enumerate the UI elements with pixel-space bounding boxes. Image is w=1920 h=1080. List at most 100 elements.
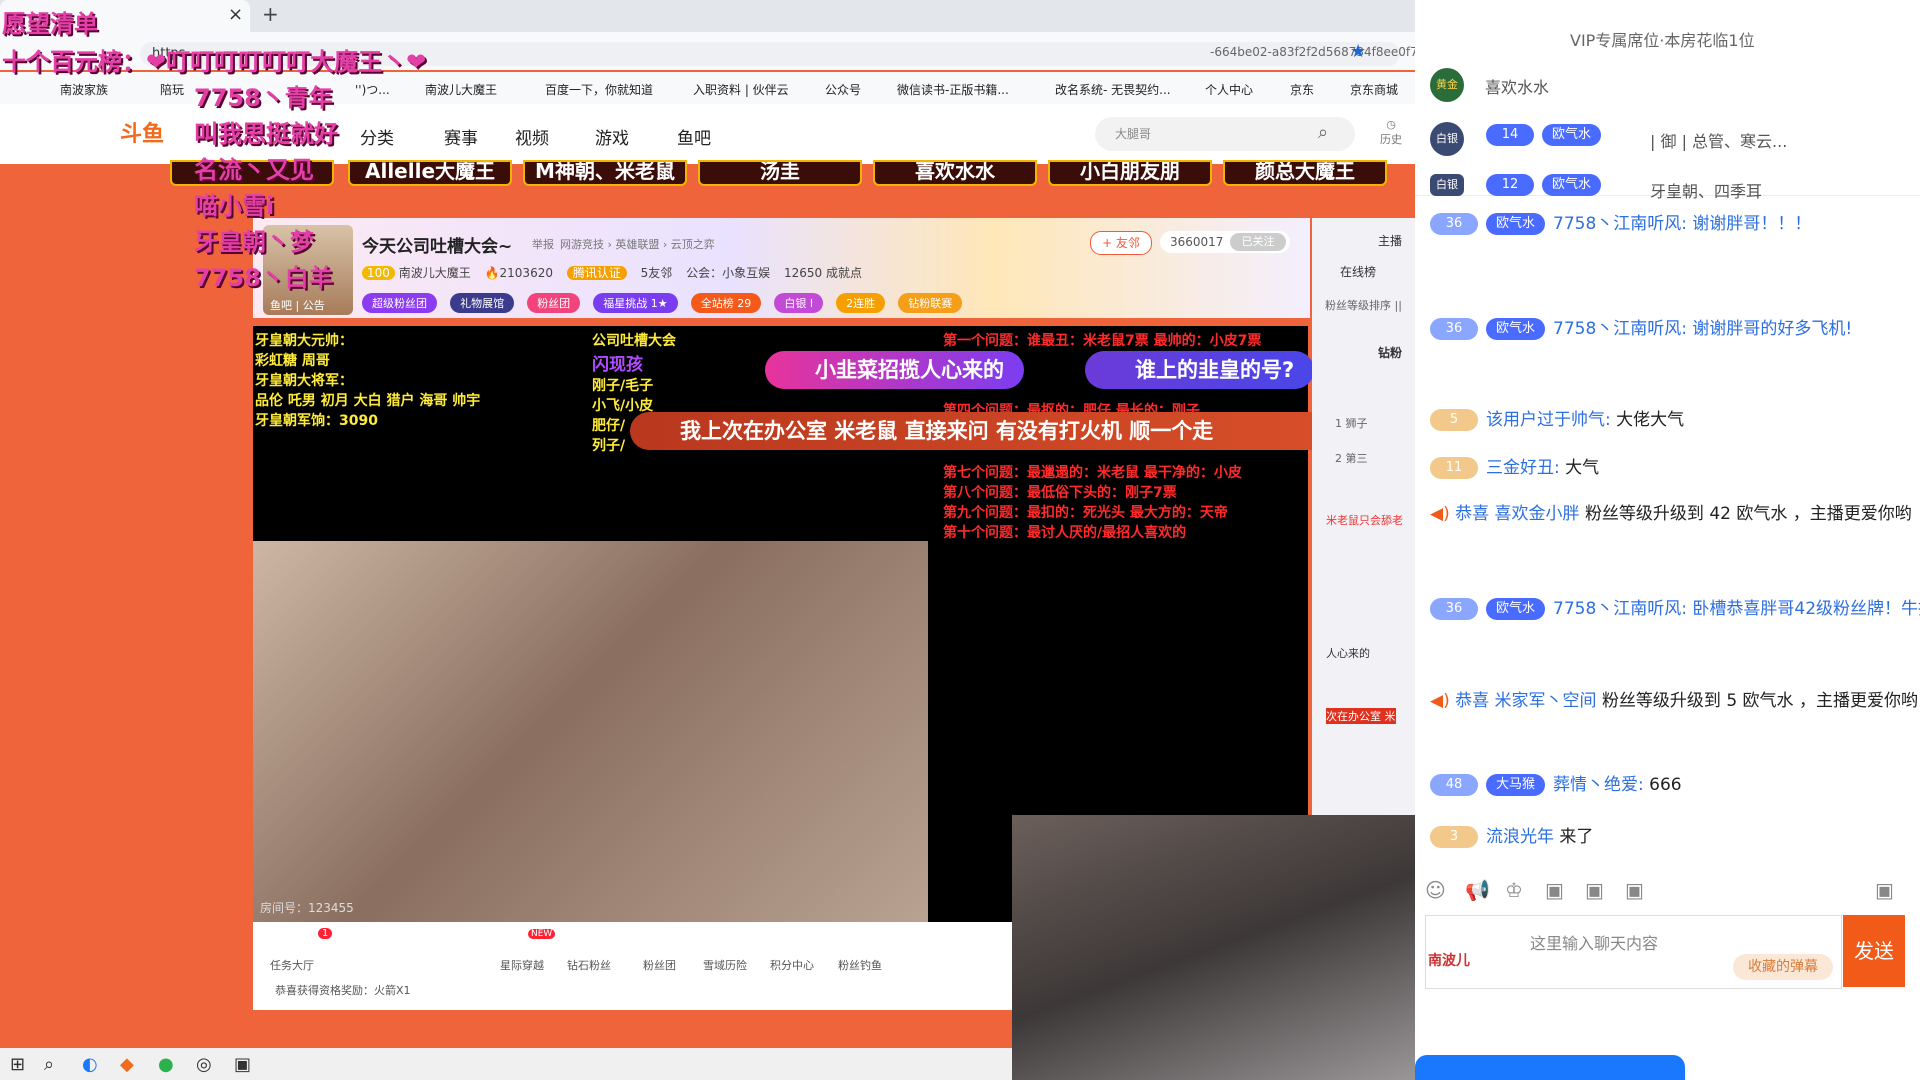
fire-icon: 🔥 — [484, 266, 500, 280]
megaphone-icon[interactable]: 📢 — [1465, 878, 1490, 902]
host-name[interactable]: 南波儿大魔王 — [399, 266, 471, 280]
wishlist-line: 喵小雪i — [194, 192, 275, 220]
badge-gift-hall[interactable]: 礼物展馆 — [450, 293, 515, 313]
report-link[interactable]: 举报 — [532, 236, 554, 252]
chat-username[interactable]: 恭喜 米家军丶空间 — [1455, 691, 1596, 711]
category-item[interactable]: M神朝、米老鼠 — [523, 160, 687, 186]
bookmark-item[interactable]: 京东 — [1290, 81, 1314, 98]
badge-diamond-league[interactable]: 钻粉联赛 — [898, 293, 963, 313]
badge-row: 超级粉丝团 礼物展馆 粉丝团 福星挑战 1★ 全站榜 29 白银 I 2连胜 钻… — [362, 292, 970, 313]
chat-username[interactable]: 恭喜 喜欢金小胖 — [1455, 504, 1579, 524]
bookmark-item[interactable]: 京东商城 — [1350, 81, 1398, 98]
saved-barrage-button[interactable]: 收藏的弹幕 — [1733, 954, 1833, 980]
gift-item[interactable]: 星际穿越 — [500, 957, 544, 973]
category-item[interactable]: 颜总大魔王 — [1223, 160, 1387, 186]
vip-user[interactable]: 喜欢水水 — [1485, 74, 1549, 98]
site-logo[interactable]: 斗鱼 — [120, 116, 164, 148]
app-icon[interactable]: ▣ — [234, 1054, 251, 1075]
bookmark-item[interactable]: 改名系统- 无畏契约... — [1055, 81, 1171, 98]
fan-icon[interactable]: ▣ — [1545, 878, 1564, 902]
stream-title: 今天公司吐槽大会~ — [362, 237, 513, 257]
chat-username[interactable]: 流浪光年 — [1486, 827, 1554, 847]
category-item[interactable]: Allelle大魔王 — [348, 160, 512, 186]
follow-button[interactable]: + 友邻 — [1090, 231, 1152, 255]
chat-username[interactable]: 葬情丶绝爱: — [1553, 775, 1644, 795]
chat-message: 5 该用户过于帅气: 大佬大气 — [1430, 402, 1684, 438]
friends-count[interactable]: 5友邻 — [641, 266, 673, 280]
bookmark-star-icon[interactable]: ★ — [1350, 41, 1366, 62]
nav-item[interactable]: 游戏 — [595, 124, 629, 149]
chat-username[interactable]: 7758丶江南听风: — [1553, 214, 1687, 234]
gift-item[interactable]: 雪域历险 — [703, 957, 747, 973]
category-breadcrumb[interactable]: 网游竞技 › 英雄联盟 › 云顶之弈 — [560, 236, 715, 252]
bookmark-item[interactable]: 微信读书-正版书籍... — [897, 81, 1009, 98]
bookmark-item[interactable]: '')つ... — [355, 81, 390, 98]
bookmark-item[interactable]: 个人中心 — [1205, 81, 1253, 98]
send-button[interactable]: 发送 — [1843, 915, 1905, 987]
obs-icon[interactable]: ◎ — [196, 1054, 212, 1075]
bookmark-item[interactable]: 公众号 — [825, 81, 861, 98]
edge-browser-icon[interactable]: ◐ — [82, 1054, 98, 1075]
followed-button[interactable]: 已关注 — [1230, 233, 1286, 251]
barrage-toggle-icon[interactable]: ▣ — [1875, 878, 1894, 902]
fan-badge: 大马猴 — [1486, 774, 1546, 796]
search-icon[interactable]: ⌕ — [1318, 122, 1328, 143]
search-input[interactable]: 大腿哥 — [1095, 117, 1355, 151]
nav-item[interactable]: 分类 — [360, 124, 394, 149]
avatar-caption[interactable]: 鱼吧 | 公告 — [270, 297, 325, 313]
badge-site-rank[interactable]: 全站榜 29 — [690, 293, 762, 313]
chat-username[interactable]: 该用户过于帅气: — [1486, 410, 1611, 430]
nav-item[interactable]: 视频 — [515, 124, 549, 149]
bookmark-item[interactable]: 南波儿大魔王 — [425, 81, 497, 98]
host-rank-label[interactable]: 主播 — [1378, 232, 1402, 249]
chat-message: 11 三金好丑: 大气 — [1430, 450, 1599, 486]
new-tab-icon[interactable]: + — [262, 2, 279, 26]
badge-super-fans[interactable]: 超级粉丝团 — [362, 293, 437, 313]
search-icon[interactable]: ⌕ — [44, 1054, 54, 1075]
overlay-line: 第九个问题：最扣的：死光头 最大方的：天帝 — [943, 505, 1228, 521]
rank-item[interactable]: 1 狮子 — [1335, 415, 1368, 431]
manage-icon[interactable]: ▣ — [1585, 878, 1604, 902]
badge-silver[interactable]: 白银 I — [774, 293, 824, 313]
award-notice: 恭喜获得资格奖励：火箭X1 — [275, 984, 411, 997]
gift-item[interactable]: 粉丝团 — [643, 957, 676, 973]
rank-item[interactable]: 2 第三 — [1335, 450, 1368, 466]
bookmark-item[interactable]: 百度一下，你就知道 — [545, 81, 653, 98]
nav-item[interactable]: 鱼吧 — [677, 124, 711, 149]
bookmark-item[interactable]: 陪玩 — [160, 81, 184, 98]
gift-item[interactable]: 任务大厅 — [270, 957, 314, 973]
stamp-icon[interactable]: ▣ — [1625, 878, 1644, 902]
crown-icon[interactable]: ♔ — [1505, 878, 1523, 902]
nav-item[interactable]: 赛事 — [444, 124, 478, 149]
gift-item[interactable]: 钻石粉丝 — [567, 957, 611, 973]
tab-close-icon[interactable]: × — [228, 4, 243, 25]
online-rank-tab[interactable]: 在线榜 — [1340, 263, 1376, 280]
bookmark-item[interactable]: 入职资料 | 伙伴云 — [693, 81, 789, 98]
bookmark-item[interactable]: 南波家族 — [60, 81, 108, 98]
fan-sort[interactable]: 粉丝等级排序 || — [1325, 297, 1402, 313]
guild[interactable]: 公会：小象互娱 — [686, 266, 770, 280]
chat-username[interactable]: 7758丶江南听风: — [1553, 599, 1687, 619]
emoji-icon[interactable]: ☺ — [1425, 878, 1446, 902]
achievements[interactable]: 12650 成就点 — [784, 266, 862, 280]
history-button[interactable]: ◷ 历史 — [1380, 118, 1402, 147]
douyu-app-icon[interactable]: ◆ — [120, 1054, 134, 1075]
wechat-icon[interactable]: ● — [158, 1054, 174, 1075]
danmu-message: 小韭菜招揽人心来的 — [765, 351, 1024, 389]
category-item[interactable]: 小白朋友朋 — [1048, 160, 1212, 186]
diamond-fans[interactable]: 钻粉 — [1378, 344, 1402, 361]
gift-item[interactable]: 粉丝钓鱼 — [838, 957, 882, 973]
windows-start-icon[interactable]: ⊞ — [10, 1054, 25, 1075]
gift-item[interactable]: 积分中心 — [770, 957, 814, 973]
badge-streak[interactable]: 2连胜 — [836, 293, 886, 313]
category-item[interactable]: 汤圭 — [698, 160, 862, 186]
vip-user[interactable]: | 御 | 总管、寒云... — [1650, 128, 1787, 152]
badge-lucky-challenge[interactable]: 福星挑战 1★ — [593, 293, 678, 313]
chat-text: 大佬大气 — [1616, 410, 1685, 430]
chat-username[interactable]: 三金好丑: — [1486, 458, 1560, 478]
fan-badge: 欧气水 — [1542, 124, 1602, 146]
vip-user[interactable]: 牙皇朝、四季耳 — [1650, 178, 1762, 202]
category-item[interactable]: 喜欢水水 — [873, 160, 1037, 186]
badge-fan-club[interactable]: 粉丝团 — [527, 293, 581, 313]
chat-username[interactable]: 7758丶江南听风: — [1553, 319, 1687, 339]
